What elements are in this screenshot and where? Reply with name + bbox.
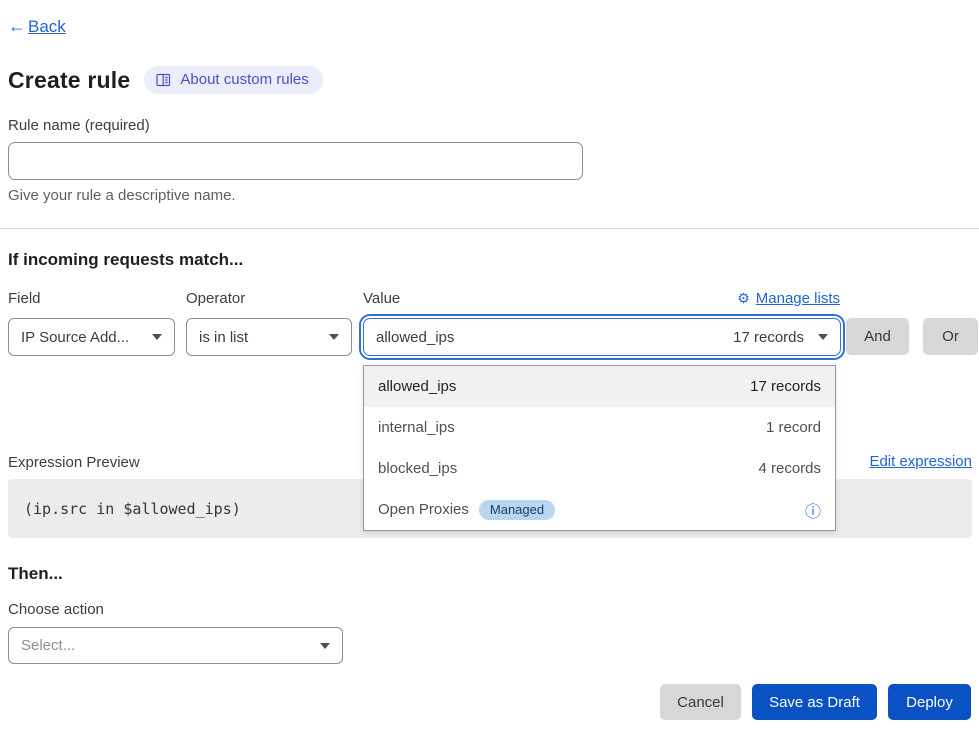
book-icon xyxy=(156,73,171,87)
chevron-down-icon xyxy=(329,334,339,340)
operator-select-value: is in list xyxy=(199,329,248,346)
about-badge-label: About custom rules xyxy=(180,71,308,88)
list-item-allowed-ips[interactable]: allowed_ips 17 records xyxy=(364,366,835,407)
cancel-button[interactable]: Cancel xyxy=(660,684,741,720)
field-select-value: IP Source Add... xyxy=(21,329,129,346)
chevron-down-icon xyxy=(320,643,330,649)
managed-badge: Managed xyxy=(479,500,555,520)
operator-label: Operator xyxy=(186,290,245,307)
match-heading: If incoming requests match... xyxy=(8,250,243,270)
then-heading: Then... xyxy=(8,564,63,584)
chevron-down-icon xyxy=(818,334,828,340)
back-link[interactable]: ←Back xyxy=(8,16,66,37)
list-item-name: Open Proxies xyxy=(378,501,469,518)
field-select[interactable]: IP Source Add... xyxy=(8,318,175,356)
save-as-draft-button[interactable]: Save as Draft xyxy=(752,684,877,720)
title-row: Create rule About custom rules xyxy=(8,66,323,94)
list-item-open-proxies[interactable]: Open Proxies Managed ⓘ xyxy=(364,489,835,530)
action-select-placeholder: Select... xyxy=(21,637,75,654)
expression-preview-label: Expression Preview xyxy=(8,454,140,471)
list-item-internal-ips[interactable]: internal_ips 1 record xyxy=(364,407,835,448)
choose-action-label: Choose action xyxy=(8,601,104,618)
chevron-down-icon xyxy=(152,334,162,340)
value-select-value: allowed_ips xyxy=(376,329,454,346)
info-icon[interactable]: ⓘ xyxy=(805,498,821,522)
section-divider xyxy=(0,228,979,229)
list-item-meta: 4 records xyxy=(758,460,821,477)
field-label: Field xyxy=(8,290,41,307)
operator-select[interactable]: is in list xyxy=(186,318,352,356)
or-button[interactable]: Or xyxy=(923,318,978,355)
gear-icon: ⚙ xyxy=(737,290,750,307)
action-select[interactable]: Select... xyxy=(8,627,343,664)
rule-name-input[interactable] xyxy=(8,142,583,180)
list-item-name: blocked_ips xyxy=(378,460,457,477)
value-select[interactable]: allowed_ips 17 records xyxy=(363,318,841,356)
list-item-name: internal_ips xyxy=(378,419,455,436)
edit-expression-link[interactable]: Edit expression xyxy=(869,453,972,470)
and-button[interactable]: And xyxy=(846,318,909,355)
manage-lists-link[interactable]: Manage lists xyxy=(756,290,840,307)
back-link-label[interactable]: Back xyxy=(28,17,66,37)
manage-lists[interactable]: ⚙ Manage lists xyxy=(737,290,840,307)
back-arrow-icon: ← xyxy=(8,16,26,37)
list-item-blocked-ips[interactable]: blocked_ips 4 records xyxy=(364,448,835,489)
expression-code: (ip.src in $allowed_ips) xyxy=(24,500,241,518)
list-item-name: allowed_ips xyxy=(378,378,456,395)
rule-name-label: Rule name (required) xyxy=(8,117,150,134)
deploy-button[interactable]: Deploy xyxy=(888,684,971,720)
value-select-records: 17 records xyxy=(733,329,804,346)
list-item-meta: 1 record xyxy=(766,419,821,436)
value-label: Value xyxy=(363,290,400,307)
list-item-meta: 17 records xyxy=(750,378,821,395)
value-dropdown-panel: allowed_ips 17 records internal_ips 1 re… xyxy=(363,365,836,531)
about-custom-rules-badge[interactable]: About custom rules xyxy=(144,66,322,94)
create-rule-page: ←Back Create rule About custom rules Rul… xyxy=(0,0,979,739)
page-title: Create rule xyxy=(8,67,130,94)
rule-name-helper: Give your rule a descriptive name. xyxy=(8,187,236,204)
